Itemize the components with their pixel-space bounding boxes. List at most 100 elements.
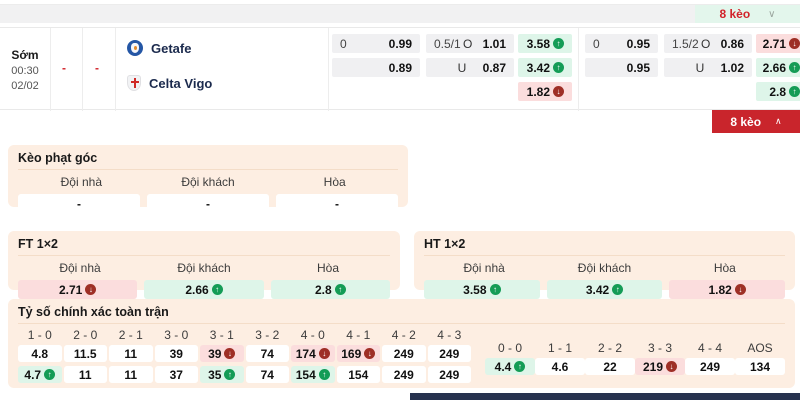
score-odd[interactable]: 4.8 bbox=[18, 345, 62, 362]
score-odd[interactable]: 11 bbox=[109, 345, 153, 362]
odd-value: 249 bbox=[439, 368, 459, 382]
score-odd[interactable]: 249 bbox=[382, 345, 426, 362]
ht-header-row: Đội nhà Đội khách Hòa bbox=[424, 261, 785, 275]
x12a-draw-cell[interactable]: 1.82 ↓ bbox=[518, 82, 572, 101]
odd-value: 2.71 bbox=[59, 283, 82, 297]
ft-draw-odd[interactable]: 2.8 ↑ bbox=[271, 280, 390, 299]
score-odd[interactable]: 11 bbox=[64, 366, 108, 383]
score-odd[interactable]: 154 bbox=[337, 366, 381, 383]
handicap-value: 1.5/2 bbox=[672, 37, 699, 51]
odd-value: 74 bbox=[261, 347, 274, 361]
score-odd[interactable]: 249 bbox=[382, 366, 426, 383]
ou2-over-cell[interactable]: 1.5/2 O 0.86 bbox=[664, 34, 752, 53]
ht-draw-odd[interactable]: 1.82 ↓ bbox=[669, 280, 785, 299]
score-col-4-0: 4 - 0 174↓ 154↑ bbox=[291, 328, 335, 383]
column-header-away: Đội khách bbox=[544, 261, 664, 275]
x12a-away-cell[interactable]: 3.42 ↑ bbox=[518, 58, 572, 77]
x12b-draw-cell[interactable]: 2.8 ↑ bbox=[756, 82, 800, 101]
score-col-4-3: 4 - 3 249 249 bbox=[428, 328, 472, 383]
score-header: 3 - 3 bbox=[635, 341, 685, 354]
home-team-row[interactable]: Getafe bbox=[127, 40, 191, 56]
ah2-row1-cell[interactable]: 0 0.95 bbox=[585, 34, 658, 53]
corner-draw-odd[interactable]: - bbox=[276, 194, 398, 213]
odd-value: 74 bbox=[261, 368, 274, 382]
match-status: Sớm bbox=[11, 48, 38, 62]
score-odd[interactable]: 39↓ bbox=[200, 345, 244, 362]
score-odd[interactable]: 249 bbox=[428, 366, 472, 383]
ou1-under-cell[interactable]: U 0.87 bbox=[426, 58, 514, 77]
ah2-row2-cell[interactable]: 0.95 bbox=[585, 58, 658, 77]
corner-home-odd[interactable]: - bbox=[18, 194, 140, 213]
score-header: 1 - 1 bbox=[535, 341, 585, 354]
score-odd[interactable]: 35↑ bbox=[200, 366, 244, 383]
odd-value: 154 bbox=[296, 368, 316, 382]
ah1-row2-cell[interactable]: 0.89 bbox=[332, 58, 420, 77]
score-col-1-0: 1 - 0 4.8 4.7↑ bbox=[18, 328, 62, 383]
score-odd[interactable]: 11 bbox=[109, 366, 153, 383]
score-header: 2 - 1 bbox=[109, 328, 153, 341]
arrow-up-icon: ↑ bbox=[553, 62, 564, 73]
ou2-under-cell[interactable]: U 1.02 bbox=[664, 58, 752, 77]
arrow-down-icon: ↓ bbox=[789, 38, 800, 49]
score-header: 4 - 1 bbox=[337, 328, 381, 341]
keo-count-banner[interactable]: 8 kèo ∧ bbox=[712, 110, 800, 133]
score-odd[interactable]: 4.7↑ bbox=[18, 366, 62, 383]
arrow-up-icon: ↑ bbox=[44, 369, 55, 380]
odd-value: 0.95 bbox=[614, 37, 650, 51]
score-odd[interactable]: 174↓ bbox=[291, 345, 335, 362]
teams-block: Getafe Celta Vigo bbox=[115, 28, 328, 111]
home-team-name: Getafe bbox=[151, 41, 191, 56]
ou1-over-cell[interactable]: 0.5/1 O 1.01 bbox=[426, 34, 514, 53]
x12a-home-cell[interactable]: 3.58 ↑ bbox=[518, 34, 572, 53]
score-odd[interactable]: 37 bbox=[155, 366, 199, 383]
ah1-row1-cell[interactable]: 0 0.99 bbox=[332, 34, 420, 53]
score-col-3-3: 3 - 3 219↓ bbox=[635, 341, 685, 383]
odd-value: 39 bbox=[208, 347, 221, 361]
odd-value: 249 bbox=[394, 368, 414, 382]
score-col-2-1: 2 - 1 11 11 bbox=[109, 328, 153, 383]
score-card-title: Tỷ số chính xác toàn trận bbox=[18, 305, 785, 324]
ft-header-row: Đội nhà Đội khách Hòa bbox=[18, 261, 390, 275]
odd-value: 0.95 bbox=[614, 61, 650, 75]
score-odd[interactable]: 39 bbox=[155, 345, 199, 362]
x12b-home-cell[interactable]: 2.71 ↓ bbox=[756, 34, 800, 53]
score-col-2-2: 2 - 2 22 bbox=[585, 341, 635, 383]
x12b-away-cell[interactable]: 2.66 ↑ bbox=[756, 58, 800, 77]
ht-values-row: 3.58 ↑ 3.42 ↑ 1.82 ↓ bbox=[424, 280, 785, 299]
ht-home-odd[interactable]: 3.58 ↑ bbox=[424, 280, 540, 299]
ht-away-odd[interactable]: 3.42 ↑ bbox=[547, 280, 663, 299]
ft-1x2-card: FT 1×2 Đội nhà Đội khách Hòa 2.71 ↓ 2.66… bbox=[8, 231, 400, 290]
ft-away-odd[interactable]: 2.66 ↑ bbox=[144, 280, 263, 299]
score-odd[interactable]: 219↓ bbox=[635, 358, 685, 375]
corner-away-odd[interactable]: - bbox=[147, 194, 269, 213]
score-odd[interactable]: 249 bbox=[685, 358, 735, 375]
odd-value: 154 bbox=[348, 368, 368, 382]
ht-1x2-card: HT 1×2 Đội nhà Đội khách Hòa 3.58 ↑ 3.42… bbox=[414, 231, 795, 290]
score-col-4-4: 4 - 4 249 bbox=[685, 341, 735, 383]
under-label: U bbox=[454, 61, 470, 75]
match-time: 00:30 bbox=[11, 65, 39, 77]
score-odd[interactable]: 11.5 bbox=[64, 345, 108, 362]
score-odd[interactable]: 169↓ bbox=[337, 345, 381, 362]
ft-home-odd[interactable]: 2.71 ↓ bbox=[18, 280, 137, 299]
score-odd[interactable]: 134 bbox=[735, 358, 785, 375]
column-header-draw: Hòa bbox=[266, 261, 390, 275]
odd-value: 4.6 bbox=[552, 360, 569, 374]
horizontal-scrollbar[interactable] bbox=[410, 393, 800, 400]
score-odd[interactable]: 4.6 bbox=[535, 358, 585, 375]
score-odd[interactable]: 74 bbox=[246, 366, 290, 383]
odd-value: 0.86 bbox=[713, 37, 744, 51]
score-odd[interactable]: 154↑ bbox=[291, 366, 335, 383]
score-odd[interactable]: 74 bbox=[246, 345, 290, 362]
over-label: O bbox=[699, 37, 713, 51]
arrow-down-icon: ↓ bbox=[224, 348, 235, 359]
keo-count-toggle[interactable]: 8 kèo ∨ bbox=[695, 5, 800, 23]
score-header: 3 - 0 bbox=[155, 328, 199, 341]
away-team-row[interactable]: Celta Vigo bbox=[127, 75, 212, 91]
score-odd[interactable]: 249 bbox=[428, 345, 472, 362]
odd-value: - bbox=[77, 197, 81, 211]
score-odd[interactable]: 22 bbox=[585, 358, 635, 375]
arrow-down-icon: ↓ bbox=[85, 284, 96, 295]
score-odd[interactable]: 4.4↑ bbox=[485, 358, 535, 375]
corner-card-title: Kèo phạt góc bbox=[18, 151, 398, 170]
